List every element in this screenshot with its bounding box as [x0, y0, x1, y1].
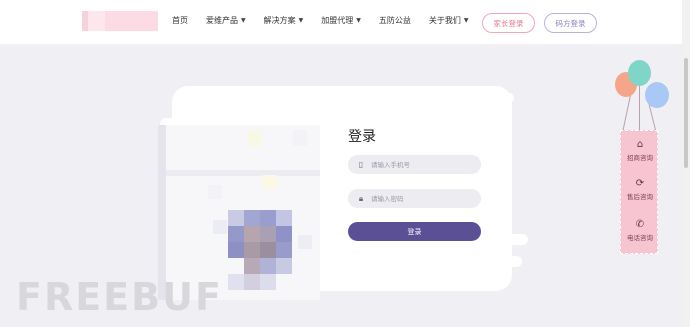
- nav-item-label: 五防公益: [378, 16, 411, 25]
- caret-down-icon: ▼: [463, 17, 469, 24]
- side-item-label: 招商咨询: [627, 154, 653, 162]
- nav-item-solutions[interactable]: 解决方案 ▼: [264, 15, 304, 26]
- nav-item-label: 首页: [172, 16, 188, 25]
- balloon-string: [648, 104, 657, 132]
- watermark-logo: FREEBUF: [16, 275, 223, 319]
- main-nav: 首页 爱维产品 ▼ 解决方案 ▼ 加盟代理 ▼ 五防公益 关于我们 ▼: [172, 15, 487, 26]
- illustration-image: [158, 125, 320, 300]
- lock-icon: 🔒︎: [358, 193, 364, 203]
- nav-item-charity[interactable]: 五防公益: [379, 15, 411, 26]
- nav-item-label: 加盟代理: [321, 16, 354, 25]
- phone-icon: ✆: [635, 219, 645, 230]
- password-input[interactable]: [371, 194, 476, 203]
- nav-item-products[interactable]: 爱维产品 ▼: [206, 15, 246, 26]
- side-item-business[interactable]: ⌂ 招商咨询: [621, 139, 659, 162]
- nav-item-franchise[interactable]: 加盟代理 ▼: [321, 15, 361, 26]
- scrollbar-thumb[interactable]: [684, 58, 688, 168]
- nav-item-about[interactable]: 关于我们 ▼: [429, 15, 469, 26]
- top-header: 首页 爱维产品 ▼ 解决方案 ▼ 加盟代理 ▼ 五防公益 关于我们 ▼ 家长登录 码方登…: [0, 0, 690, 44]
- side-consult-panel: ⌂ 招商咨询 ⟳ 售后咨询 ✆ 电话咨询: [620, 130, 658, 254]
- phone-field[interactable]: ▯: [348, 155, 481, 174]
- refresh-icon: ⟳: [635, 178, 645, 189]
- phone-input[interactable]: [371, 160, 476, 169]
- nav-item-home[interactable]: 首页: [172, 15, 188, 26]
- parent-login-button[interactable]: 家长登录: [482, 13, 535, 33]
- balloon-string: [622, 95, 631, 133]
- home-icon: ⌂: [636, 139, 644, 150]
- code-login-button[interactable]: 码方登录: [544, 13, 597, 33]
- nav-item-label: 解决方案: [263, 16, 296, 25]
- balloon-icon: [645, 82, 669, 108]
- caret-down-icon: ▼: [241, 17, 246, 24]
- nav-item-label: 爱维产品: [206, 16, 238, 25]
- nav-item-label: 关于我们: [428, 16, 461, 25]
- brand-logo[interactable]: [82, 11, 158, 31]
- phone-icon: ▯: [358, 160, 364, 169]
- side-item-aftersales[interactable]: ⟳ 售后咨询: [621, 178, 659, 201]
- balloon-icon: [628, 60, 651, 86]
- side-item-label: 电话咨询: [627, 234, 653, 242]
- balloon-string: [639, 84, 640, 132]
- side-item-phone[interactable]: ✆ 电话咨询: [621, 219, 659, 242]
- login-title: 登录: [348, 129, 376, 145]
- password-field[interactable]: 🔒︎: [348, 189, 481, 208]
- caret-down-icon: ▼: [356, 17, 361, 24]
- login-button[interactable]: 登录: [348, 222, 481, 241]
- side-item-label: 售后咨询: [627, 193, 653, 201]
- caret-down-icon: ▼: [298, 17, 304, 24]
